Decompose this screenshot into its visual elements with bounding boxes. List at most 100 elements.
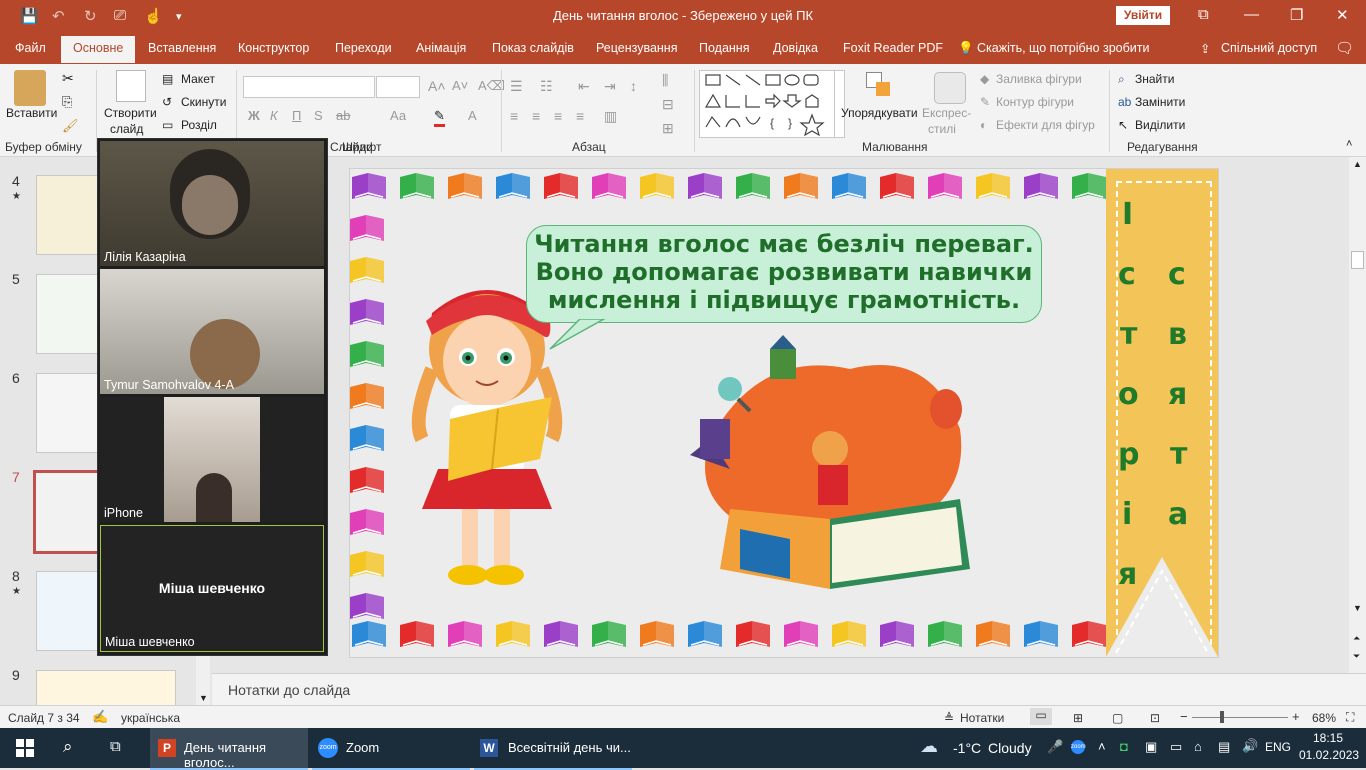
weather-temperature[interactable]: -1°C bbox=[953, 740, 981, 756]
scroll-thumb[interactable] bbox=[1351, 251, 1364, 269]
cut-icon[interactable]: ✂ bbox=[62, 70, 74, 87]
slideshow-icon[interactable]: ⊡ bbox=[1150, 711, 1160, 725]
find-button[interactable]: Знайти bbox=[1135, 72, 1174, 86]
tab-file[interactable]: Файл bbox=[15, 41, 46, 55]
slide-sorter-icon[interactable]: ⊞ bbox=[1073, 711, 1083, 725]
select-button[interactable]: Виділити bbox=[1135, 118, 1185, 132]
find-icon[interactable]: ⌕ bbox=[1118, 72, 1125, 87]
font-name-combo[interactable] bbox=[243, 76, 375, 98]
taskbar-app-word[interactable]: W Всесвітній день чи... bbox=[474, 728, 632, 770]
input-language[interactable]: ENG bbox=[1265, 740, 1291, 754]
quick-styles-button[interactable]: Експрес- bbox=[922, 106, 971, 120]
section-button[interactable]: Розділ bbox=[181, 118, 217, 132]
tab-transitions[interactable]: Переходи bbox=[335, 41, 392, 55]
shape-effects-button[interactable]: Ефекти для фігур bbox=[996, 118, 1095, 132]
slide-thumbnail[interactable] bbox=[36, 670, 176, 706]
justify-icon[interactable]: ≡ bbox=[576, 108, 584, 124]
new-slide-button[interactable]: Створити bbox=[104, 106, 157, 120]
video-tile[interactable]: Tymur Samohvalov 4-A bbox=[100, 269, 324, 394]
new-slide-icon[interactable] bbox=[116, 70, 146, 102]
collapse-ribbon-icon[interactable]: ˄ bbox=[1346, 138, 1352, 150]
replace-icon[interactable]: ab bbox=[1118, 95, 1131, 109]
copy-icon[interactable]: ⎘ bbox=[62, 94, 72, 110]
increase-indent-icon[interactable]: ⇥ bbox=[604, 78, 616, 95]
tab-view[interactable]: Подання bbox=[699, 41, 749, 55]
comments-icon[interactable]: 🗨 bbox=[1335, 39, 1354, 57]
reset-button[interactable]: Скинути bbox=[181, 95, 226, 109]
smartart-icon[interactable]: ⊞ bbox=[662, 120, 674, 137]
align-center-icon[interactable]: ≡ bbox=[532, 108, 540, 124]
network-icon[interactable]: ⌂ bbox=[1194, 739, 1202, 754]
zoom-video-panel[interactable]: Лілія Казаріна Tymur Samohvalov 4-A iPho… bbox=[97, 138, 328, 656]
paste-button[interactable]: Вставити bbox=[6, 106, 57, 120]
next-slide-icon[interactable]: ⏷ bbox=[1353, 651, 1360, 662]
shape-outline-button[interactable]: Контур фігури bbox=[996, 95, 1074, 109]
scroll-down-icon[interactable]: ▼ bbox=[199, 693, 208, 703]
volume-icon[interactable]: 🔊 bbox=[1242, 738, 1258, 754]
zoom-tray-icon[interactable]: zoom bbox=[1071, 740, 1086, 754]
replace-button[interactable]: Замінити bbox=[1135, 95, 1185, 109]
strikethrough-button[interactable]: ab bbox=[336, 108, 350, 123]
previous-slide-icon[interactable]: ⏶ bbox=[1353, 633, 1360, 644]
shadow-button[interactable]: S bbox=[314, 108, 323, 123]
bold-button[interactable]: Ж bbox=[248, 108, 260, 123]
underline-button[interactable]: П bbox=[292, 108, 301, 123]
zoom-out-button[interactable]: − bbox=[1180, 709, 1188, 724]
tab-insert[interactable]: Вставлення bbox=[148, 41, 216, 55]
shapes-gallery-scroll[interactable] bbox=[834, 70, 845, 138]
weather-cloud-icon[interactable]: ☁ bbox=[920, 736, 938, 757]
taskbar-app-powerpoint[interactable]: P День читання вголос... bbox=[150, 728, 308, 770]
sign-in-button[interactable]: Увійти bbox=[1116, 6, 1170, 25]
italic-button[interactable]: К bbox=[270, 108, 278, 123]
highlight-icon[interactable]: ✎ bbox=[434, 108, 445, 127]
tab-slideshow[interactable]: Показ слайдів bbox=[492, 41, 574, 55]
video-tile[interactable]: Лілія Казаріна bbox=[100, 141, 324, 266]
tray-app-icon[interactable]: ◘ bbox=[1120, 739, 1128, 754]
font-size-combo[interactable] bbox=[376, 76, 420, 98]
close-icon[interactable]: ✕ bbox=[1336, 6, 1349, 24]
tray-app-icon-2[interactable]: ▣ bbox=[1145, 739, 1157, 755]
align-right-icon[interactable]: ≡ bbox=[554, 108, 562, 124]
zoom-slider[interactable] bbox=[1192, 717, 1288, 718]
notes-toggle-icon[interactable]: ≜ bbox=[944, 711, 954, 725]
weather-description[interactable]: Cloudy bbox=[988, 740, 1032, 756]
shape-fill-button[interactable]: Заливка фігури bbox=[996, 72, 1082, 86]
line-spacing-icon[interactable]: ↕ bbox=[630, 78, 637, 94]
share-icon[interactable]: ⇪ bbox=[1200, 41, 1210, 56]
video-tile[interactable]: iPhone bbox=[100, 397, 324, 522]
clock-time[interactable]: 18:15 bbox=[1301, 731, 1355, 745]
search-icon[interactable]: ⌕ bbox=[63, 737, 73, 757]
tab-help[interactable]: Довідка bbox=[773, 41, 818, 55]
normal-view-icon[interactable]: ▭ bbox=[1030, 708, 1052, 725]
notes-placeholder[interactable]: Нотатки до слайда bbox=[228, 682, 350, 698]
align-left-icon[interactable]: ≡ bbox=[510, 108, 518, 124]
scroll-down-icon[interactable]: ▼ bbox=[1353, 603, 1362, 613]
microphone-icon[interactable]: 🎤 bbox=[1047, 739, 1063, 755]
shape-outline-icon[interactable]: ✎ bbox=[980, 95, 990, 109]
shape-effects-icon[interactable]: ◐ bbox=[980, 118, 987, 132]
maximize-icon[interactable]: ❐ bbox=[1290, 6, 1303, 24]
display-icon[interactable]: ▤ bbox=[1218, 739, 1230, 755]
task-view-icon[interactable]: ⧉ bbox=[110, 738, 121, 755]
taskbar-app-zoom[interactable]: zoom Zoom bbox=[312, 728, 470, 770]
share-button[interactable]: Спільний доступ bbox=[1221, 41, 1317, 55]
select-icon[interactable]: ↖ bbox=[1118, 118, 1128, 132]
language-indicator[interactable]: українська bbox=[121, 711, 180, 725]
reading-view-icon[interactable]: ▢ bbox=[1112, 711, 1123, 725]
layout-button[interactable]: Макет bbox=[181, 72, 215, 86]
text-direction-icon[interactable]: ⫼ bbox=[662, 72, 668, 89]
reset-icon[interactable]: ↺ bbox=[162, 95, 172, 109]
scroll-up-icon[interactable]: ▲ bbox=[1353, 159, 1362, 169]
ribbon-display-options-icon[interactable]: ⧉ bbox=[1198, 6, 1209, 23]
arrange-button[interactable]: Упорядкувати bbox=[841, 106, 918, 120]
zoom-slider-thumb[interactable] bbox=[1220, 711, 1224, 723]
video-tile-active-speaker[interactable]: Міша шевченко Міша шевченко bbox=[100, 525, 324, 652]
notes-toggle-button[interactable]: Нотатки bbox=[960, 711, 1004, 725]
decrease-indent-icon[interactable]: ⇤ bbox=[578, 78, 590, 95]
tab-review[interactable]: Рецензування bbox=[596, 41, 677, 55]
quick-styles-icon[interactable] bbox=[934, 72, 966, 104]
section-icon[interactable]: ▭ bbox=[162, 118, 173, 132]
numbering-icon[interactable]: ☷ bbox=[540, 78, 553, 95]
shape-fill-icon[interactable]: ◆ bbox=[980, 72, 989, 86]
slide-canvas[interactable]: Читання вголос має безліч переваг. Воно … bbox=[349, 168, 1219, 658]
